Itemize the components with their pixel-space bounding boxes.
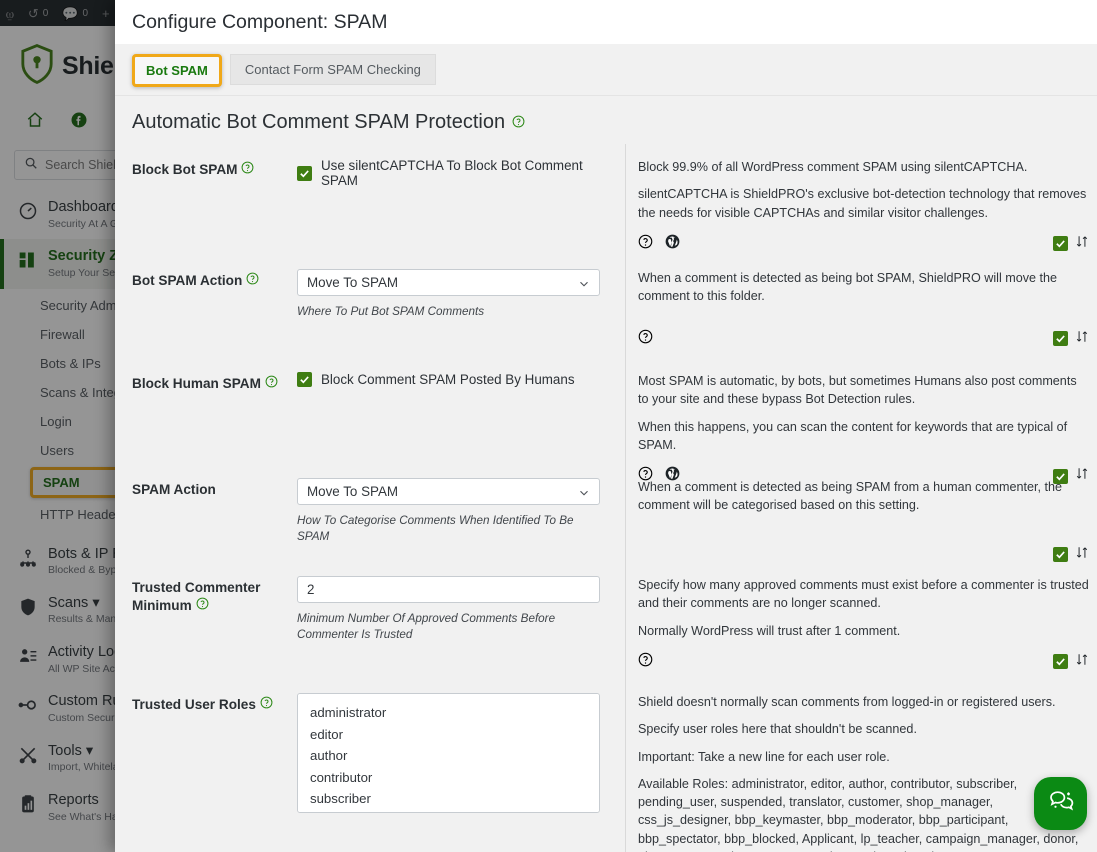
help-circle-icon[interactable] [265, 376, 278, 391]
desc-line: silentCAPTCHA is ShieldPRO's exclusive b… [638, 185, 1089, 222]
option-row-spam-action: SPAM Action Move To SPAM Delete Hold For… [115, 464, 1097, 562]
checkbox-use-silentcaptcha[interactable]: Use silentCAPTCHA To Block Bot Comment S… [297, 158, 615, 188]
premium-check-icon[interactable] [1053, 547, 1068, 562]
checkbox-label: Block Comment SPAM Posted By Humans [321, 372, 575, 387]
desc-line: Specify user roles here that shouldn't b… [638, 720, 1089, 738]
desc-line: Most SPAM is automatic, by bots, but som… [638, 372, 1089, 409]
option-label-wrap: Bot SPAM Action [132, 255, 297, 358]
description-footer [638, 524, 1089, 565]
modal-title: Configure Component: SPAM [132, 11, 387, 34]
help-circle-icon[interactable] [638, 329, 653, 349]
desc-line-available-roles: Available Roles: administrator, editor, … [638, 775, 1089, 852]
configure-component-modal: Configure Component: SPAM Bot SPAM Conta… [115, 0, 1097, 852]
help-circle-icon[interactable] [241, 162, 254, 177]
option-description: When a comment is detected as being SPAM… [625, 464, 1097, 562]
field-hint: How To Categorise Comments When Identifi… [297, 513, 600, 545]
option-label: Block Human SPAM [132, 376, 261, 391]
premium-check-icon[interactable] [1053, 654, 1068, 669]
help-circle-icon[interactable] [638, 234, 653, 254]
desc-line: When a comment is detected as being SPAM… [638, 478, 1089, 515]
option-label: Block Bot SPAM [132, 162, 237, 177]
option-label-wrap: Trusted User Roles [132, 679, 297, 852]
select-spam-action[interactable]: Move To SPAM Delete Hold For Moderation [297, 478, 600, 505]
option-label: SPAM Action [132, 482, 216, 497]
option-row-trusted-user-roles: Trusted User Roles administrator editor … [115, 679, 1097, 852]
option-description: Block 99.9% of all WordPress comment SPA… [625, 144, 1097, 255]
option-row-block-human-spam: Block Human SPAM Block Comment SPAM Post… [115, 358, 1097, 464]
sort-icon[interactable] [1075, 329, 1089, 349]
option-field: Block Comment SPAM Posted By Humans [297, 358, 615, 464]
option-row-trusted-commenter-minimum: Trusted Commenter Minimum Minimum Number… [115, 562, 1097, 679]
option-label: Bot SPAM Action [132, 273, 242, 288]
option-field: Move To SPAM Delete Hold For Moderation … [297, 255, 615, 358]
description-footer [638, 231, 1089, 254]
option-label-wrap: Trusted Commenter Minimum [132, 562, 297, 679]
section-title-wrap: Automatic Bot Comment SPAM Protection [115, 96, 1097, 144]
field-hint: Where To Put Bot SPAM Comments [297, 304, 600, 320]
checkbox-block-human-spam[interactable]: Block Comment SPAM Posted By Humans [297, 372, 615, 387]
option-label-wrap: Block Human SPAM [132, 358, 297, 464]
description-footer [638, 649, 1089, 672]
desc-line: Normally WordPress will trust after 1 co… [638, 622, 1089, 640]
select-bot-spam-action[interactable]: Move To SPAM Delete Hold For Moderation [297, 269, 600, 296]
option-row-block-bot-spam: Block Bot SPAM Use silentCAPTCHA To Bloc… [115, 144, 1097, 255]
option-field: Use silentCAPTCHA To Block Bot Comment S… [297, 144, 615, 255]
help-circle-icon[interactable] [638, 652, 653, 672]
tab-strip: Bot SPAM Contact Form SPAM Checking [115, 44, 1097, 96]
sort-icon[interactable] [1075, 234, 1089, 254]
option-label-wrap: SPAM Action [132, 464, 297, 562]
sort-icon[interactable] [1075, 652, 1089, 672]
desc-line: When this happens, you can scan the cont… [638, 418, 1089, 455]
tab-contact-form-spam-checking[interactable]: Contact Form SPAM Checking [230, 54, 436, 85]
help-circle-icon[interactable] [260, 697, 273, 712]
premium-check-icon[interactable] [1053, 331, 1068, 346]
chat-bubbles-icon [1047, 787, 1075, 820]
checkbox-checked-icon[interactable] [297, 372, 312, 387]
textarea-trusted-user-roles[interactable]: administrator editor author contributor … [297, 693, 600, 813]
help-circle-icon[interactable] [196, 598, 209, 613]
option-field: administrator editor author contributor … [297, 679, 615, 852]
desc-line: Important: Take a new line for each user… [638, 748, 1089, 766]
section-title: Automatic Bot Comment SPAM Protection [132, 111, 505, 134]
modal-body: Automatic Bot Comment SPAM Protection Bl… [115, 96, 1097, 852]
modal-header: Configure Component: SPAM [115, 0, 1097, 44]
option-description: Most SPAM is automatic, by bots, but som… [625, 358, 1097, 464]
field-hint: Minimum Number Of Approved Comments Befo… [297, 611, 600, 643]
desc-line: When a comment is detected as being bot … [638, 269, 1089, 306]
checkbox-label: Use silentCAPTCHA To Block Bot Comment S… [321, 158, 615, 188]
desc-line: Shield doesn't normally scan comments fr… [638, 693, 1089, 711]
desc-line: Specify how many approved comments must … [638, 576, 1089, 613]
option-field: Move To SPAM Delete Hold For Moderation … [297, 464, 615, 562]
premium-check-icon[interactable] [1053, 236, 1068, 251]
option-description: When a comment is detected as being bot … [625, 255, 1097, 358]
option-label: Trusted User Roles [132, 697, 256, 712]
option-row-bot-spam-action: Bot SPAM Action Move To SPAM Delete Hold… [115, 255, 1097, 358]
help-circle-icon[interactable] [246, 273, 259, 288]
desc-line: Block 99.9% of all WordPress comment SPA… [638, 158, 1089, 176]
wordpress-icon[interactable] [665, 234, 680, 254]
support-chat-button[interactable] [1034, 777, 1087, 830]
checkbox-checked-icon[interactable] [297, 166, 312, 181]
description-footer [638, 315, 1089, 349]
tab-bot-spam[interactable]: Bot SPAM [132, 54, 222, 87]
option-description: Shield doesn't normally scan comments fr… [625, 679, 1097, 852]
option-field: Minimum Number Of Approved Comments Befo… [297, 562, 615, 679]
input-trusted-commenter-minimum[interactable] [297, 576, 600, 603]
help-circle-icon[interactable] [512, 111, 525, 134]
option-label-wrap: Block Bot SPAM [132, 144, 297, 255]
option-description: Specify how many approved comments must … [625, 562, 1097, 679]
